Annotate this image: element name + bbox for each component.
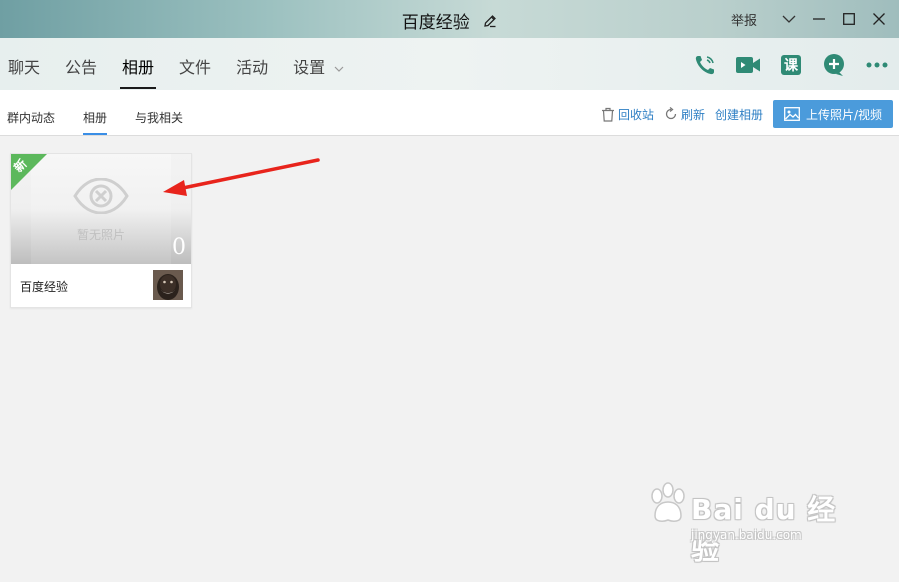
window-controls: 举报 (731, 6, 891, 32)
phone-call-icon[interactable] (691, 51, 719, 79)
subtab-group-feed[interactable]: 群内动态 (7, 90, 55, 135)
refresh-icon (664, 107, 678, 121)
report-link[interactable]: 举报 (731, 10, 757, 29)
tab-files[interactable]: 文件 (179, 38, 211, 90)
photo-count: 0 (172, 235, 186, 260)
paw-logo-icon (651, 482, 685, 522)
tab-label: 聊天 (8, 58, 41, 77)
add-app-icon[interactable] (820, 51, 848, 79)
main-tabs: 聊天 公告 相册 文件 活动 设置 (8, 38, 369, 90)
avatar[interactable] (153, 270, 183, 300)
subtab-albums[interactable]: 相册 (83, 90, 108, 135)
tab-album[interactable]: 相册 (120, 38, 157, 90)
tab-label: 公告 (65, 58, 98, 77)
new-badge: 新 (11, 154, 47, 190)
more-icon[interactable] (863, 51, 891, 79)
watermark-url: jingyan.baidu.com (691, 528, 802, 542)
title-bar: 百度经验 举报 (0, 0, 899, 38)
tab-label: 文件 (179, 58, 212, 77)
create-album-button[interactable]: 创建相册 (715, 106, 763, 123)
chevron-down-icon[interactable] (777, 7, 801, 31)
class-icon-label: 课 (784, 58, 798, 74)
tab-announcement[interactable]: 公告 (65, 38, 97, 90)
refresh-button[interactable]: 刷新 (664, 106, 705, 123)
trash-icon (601, 107, 615, 122)
album-name[interactable]: 百度经验 (20, 278, 68, 295)
baidu-jingyan-watermark: Bai du 经验 jingyan.baidu.com (651, 480, 851, 566)
no-photo-eye-icon (73, 177, 129, 218)
album-card[interactable]: 暂无照片 0 新 百度经验 (10, 153, 192, 308)
recycle-bin-button[interactable]: 回收站 (601, 106, 654, 123)
tab-bar-actions: 课 (676, 51, 891, 79)
main-tab-bar: 聊天 公告 相册 文件 活动 设置 课 (0, 38, 899, 90)
no-photo-text: 暂无照片 (76, 228, 125, 242)
window-title: 百度经验 (401, 13, 470, 33)
subtab-related-to-me[interactable]: 与我相关 (135, 90, 183, 135)
create-album-label: 创建相册 (714, 107, 763, 122)
edit-name-icon[interactable] (483, 13, 497, 33)
album-sub-tabs: 群内动态 相册 与我相关 (7, 90, 211, 135)
album-cover[interactable]: 暂无照片 0 新 (11, 154, 191, 264)
refresh-label: 刷新 (680, 107, 705, 122)
album-sub-bar: 群内动态 相册 与我相关 回收站 刷新 创建相册 上传照片/视频 (0, 90, 899, 136)
image-upload-icon (784, 107, 800, 121)
upload-label: 上传照片/视频 (805, 107, 883, 122)
tab-label: 相册 (122, 58, 155, 77)
class-icon[interactable]: 课 (777, 51, 805, 79)
minimize-icon[interactable] (807, 7, 831, 31)
maximize-icon[interactable] (837, 7, 861, 31)
tab-label: 设置 (293, 58, 326, 77)
recycle-bin-label: 回收站 (617, 107, 654, 122)
album-actions: 回收站 刷新 创建相册 上传照片/视频 (591, 100, 893, 128)
video-call-icon[interactable] (734, 51, 762, 79)
close-icon[interactable] (867, 7, 891, 31)
tab-settings[interactable]: 设置 (293, 38, 344, 90)
tab-label: 活动 (236, 58, 269, 77)
tab-activities[interactable]: 活动 (236, 38, 268, 90)
album-card-footer: 百度经验 (11, 264, 191, 307)
upload-photo-video-button[interactable]: 上传照片/视频 (773, 100, 893, 128)
tab-chat[interactable]: 聊天 (8, 38, 40, 90)
